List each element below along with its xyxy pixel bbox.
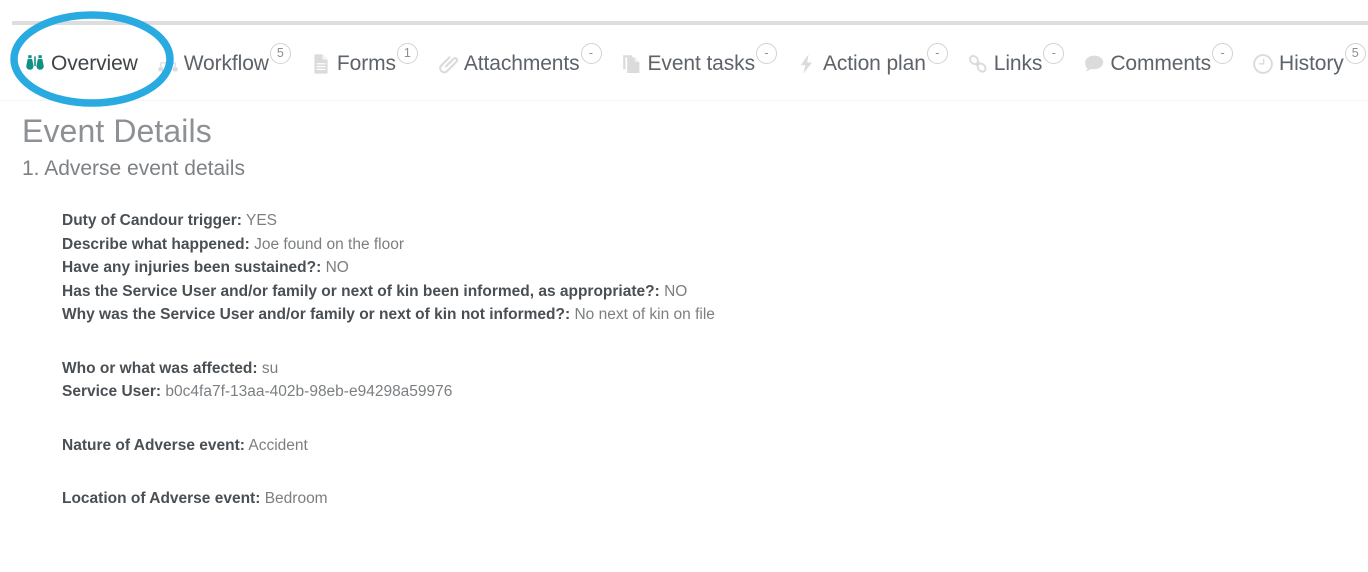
field-groups: Duty of Candour trigger: YES Describe wha… — [0, 209, 1368, 511]
clock-icon — [1250, 51, 1276, 77]
tab-label: Workflow — [183, 51, 269, 75]
tab-count-badge: - — [926, 42, 948, 64]
tab-bar: Overview Workflow 5 Forms 1 Attachments - Event… — [0, 27, 1368, 101]
tab-comments[interactable]: Comments - — [1081, 42, 1234, 77]
tab-count-badge: 1 — [396, 42, 418, 64]
copy-pages-icon — [619, 51, 645, 77]
field-label: Location of Adverse event: — [62, 490, 261, 507]
tab-links[interactable]: Links - — [965, 42, 1065, 77]
field-value: YES — [246, 212, 278, 229]
tab-label: Overview — [51, 51, 138, 75]
tab-count-badge: - — [1212, 42, 1234, 64]
tab-attachments[interactable]: Attachments - — [435, 42, 602, 77]
paperclip-icon — [435, 51, 461, 77]
chain-link-icon — [965, 51, 991, 77]
tab-forms[interactable]: Forms 1 — [308, 42, 418, 77]
field-value: Bedroom — [264, 490, 328, 507]
sitemap-icon — [155, 51, 181, 77]
speech-bubble-icon — [1081, 51, 1107, 77]
tab-event-tasks[interactable]: Event tasks - — [619, 42, 777, 77]
field-group: Location of Adverse event: Bedroom — [62, 487, 1368, 511]
field-row: Who or what was affected: su — [62, 357, 1368, 381]
field-label: Has the Service User and/or family or ne… — [62, 282, 660, 300]
lightning-icon — [794, 51, 820, 77]
content-area: Event Details 1. Adverse event details D… — [0, 110, 1368, 511]
tab-count-badge: 5 — [1344, 42, 1366, 64]
top-separator-rule — [12, 21, 1368, 25]
field-group: Who or what was affected: su Service User… — [62, 357, 1368, 404]
tab-label: Comments — [1110, 51, 1212, 75]
field-row: Duty of Candour trigger: YES — [62, 209, 1368, 233]
tab-action-plan[interactable]: Action plan - — [794, 42, 948, 77]
field-row: Has the Service User and/or family or ne… — [62, 280, 1368, 304]
field-label: Duty of Candour trigger: — [62, 212, 242, 229]
field-value: NO — [325, 259, 349, 276]
section-title: 1. Adverse event details — [22, 157, 245, 180]
field-row: Nature of Adverse event: Accident — [62, 434, 1368, 458]
field-label: Who or what was affected: — [62, 359, 258, 377]
tab-label: Forms — [336, 51, 396, 75]
field-value: su — [261, 359, 279, 377]
tab-label: Links — [993, 51, 1043, 75]
page-title: Event Details — [22, 113, 212, 149]
field-label: Service User: — [62, 383, 162, 400]
field-row: Service User: b0c4fa7f-13aa-402b-98eb-e9… — [62, 380, 1368, 404]
field-group: Duty of Candour trigger: YES Describe wha… — [62, 209, 1368, 327]
tab-count-badge: - — [755, 42, 777, 64]
field-value: NO — [664, 282, 688, 300]
field-row: Why was the Service User and/or family o… — [62, 303, 1368, 327]
tab-count-badge: - — [580, 42, 602, 64]
tab-count-badge: 5 — [269, 42, 291, 64]
field-row: Describe what happened: Joe found on the… — [62, 233, 1368, 257]
tab-label: Attachments — [463, 51, 580, 75]
field-value: b0c4fa7f-13aa-402b-98eb-e94298a59976 — [165, 383, 453, 400]
field-label: Why was the Service User and/or family o… — [62, 306, 571, 323]
field-label: Nature of Adverse event: — [62, 436, 245, 454]
tab-overview[interactable]: Overview — [22, 51, 138, 77]
field-value: Joe found on the floor — [254, 235, 405, 253]
field-label: Have any injuries been sustained?: — [62, 259, 322, 276]
field-label: Describe what happened: — [62, 235, 250, 253]
document-icon — [308, 51, 334, 77]
tab-history[interactable]: History 5 — [1250, 42, 1366, 77]
tab-count-badge: - — [1043, 42, 1065, 64]
tab-label: History — [1279, 51, 1344, 75]
field-row: Have any injuries been sustained?: NO — [62, 256, 1368, 280]
field-row: Location of Adverse event: Bedroom — [62, 487, 1368, 511]
tab-workflow[interactable]: Workflow 5 — [155, 42, 291, 77]
field-value: No next of kin on file — [574, 306, 715, 323]
field-group: Nature of Adverse event: Accident — [62, 434, 1368, 458]
tab-label: Event tasks — [647, 51, 756, 75]
field-value: Accident — [248, 436, 308, 454]
tab-label: Action plan — [822, 51, 926, 75]
binoculars-icon — [22, 51, 48, 77]
